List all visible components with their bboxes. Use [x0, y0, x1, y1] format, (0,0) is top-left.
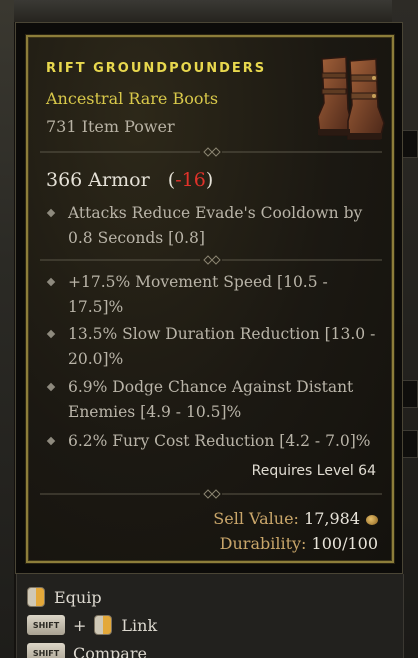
divider — [40, 489, 382, 499]
compare-hint[interactable]: SHIFT Compare — [27, 642, 147, 658]
affix-text: +17.5% Movement Speed [10.5 - 17.5]% — [68, 273, 328, 316]
shift-key-icon: SHIFT — [27, 643, 65, 658]
divider — [40, 255, 382, 265]
armor-delta: -16 — [175, 169, 206, 191]
gold-coin-icon — [366, 514, 378, 525]
affix-slow-duration: 13.5% Slow Duration Reduction [13.0 - 20… — [46, 322, 376, 372]
mouse-right-click-icon — [94, 615, 113, 635]
affix-text: 6.2% Fury Cost Reduction [4.2 - 7.0]% — [68, 432, 371, 450]
background-top — [0, 0, 418, 22]
armor-paren-open: ( — [155, 169, 176, 191]
sell-value: Sell Value: 17,984 — [213, 509, 378, 528]
level-requirement: Requires Level 64 — [251, 463, 376, 479]
compare-label: Compare — [73, 643, 147, 658]
sell-label: Sell Value: — [213, 509, 299, 528]
plus-sign: + — [73, 615, 87, 635]
shift-label: SHIFT — [32, 620, 60, 630]
armor-value: 366 Armor — [46, 169, 150, 191]
armor-stat: 366 Armor (-16) — [46, 169, 213, 191]
link-label: Link — [121, 615, 158, 635]
durability-value: 100/100 — [311, 534, 378, 553]
durability: Durability: 100/100 — [220, 534, 378, 553]
link-hint[interactable]: SHIFT + Link — [27, 614, 157, 636]
durability-label: Durability: — [219, 534, 307, 553]
armor-paren-close: ) — [205, 169, 214, 191]
affix-movement-speed: +17.5% Movement Speed [10.5 - 17.5]% — [46, 270, 376, 320]
equip-label: Equip — [54, 587, 102, 607]
sell-amount: 17,984 — [304, 509, 360, 528]
item-name: Rift Groundpounders — [46, 61, 267, 76]
affix-text: 6.9% Dodge Chance Against Distant Enemie… — [68, 378, 354, 421]
tooltip-frame: Rift Groundpounders Ancestral Rare Boots… — [26, 35, 394, 563]
item-type: Ancestral Rare Boots — [46, 89, 219, 108]
affix-dodge-chance: 6.9% Dodge Chance Against Distant Enemie… — [46, 375, 376, 425]
game-scene: Rift Groundpounders Ancestral Rare Boots… — [0, 0, 418, 658]
shift-label: SHIFT — [32, 648, 60, 658]
mouse-right-click-icon — [27, 587, 45, 607]
affix-fury-cost: 6.2% Fury Cost Reduction [4.2 - 7.0]% — [46, 429, 376, 454]
background-left — [0, 0, 14, 658]
implicit-affix: Attacks Reduce Evade's Cooldown by 0.8 S… — [46, 201, 376, 251]
affix-text: 13.5% Slow Duration Reduction [13.0 - 20… — [68, 325, 376, 368]
control-hints: Equip SHIFT + Link SHIFT Compare — [16, 574, 404, 658]
item-tooltip: Rift Groundpounders Ancestral Rare Boots… — [15, 22, 403, 574]
item-power: 731 Item Power — [46, 117, 175, 136]
shift-key-icon: SHIFT — [27, 615, 65, 635]
boots-icon — [317, 56, 385, 140]
equip-hint[interactable]: Equip — [27, 586, 102, 608]
divider — [40, 147, 382, 157]
affix-text: Attacks Reduce Evade's Cooldown by 0.8 S… — [68, 204, 363, 247]
